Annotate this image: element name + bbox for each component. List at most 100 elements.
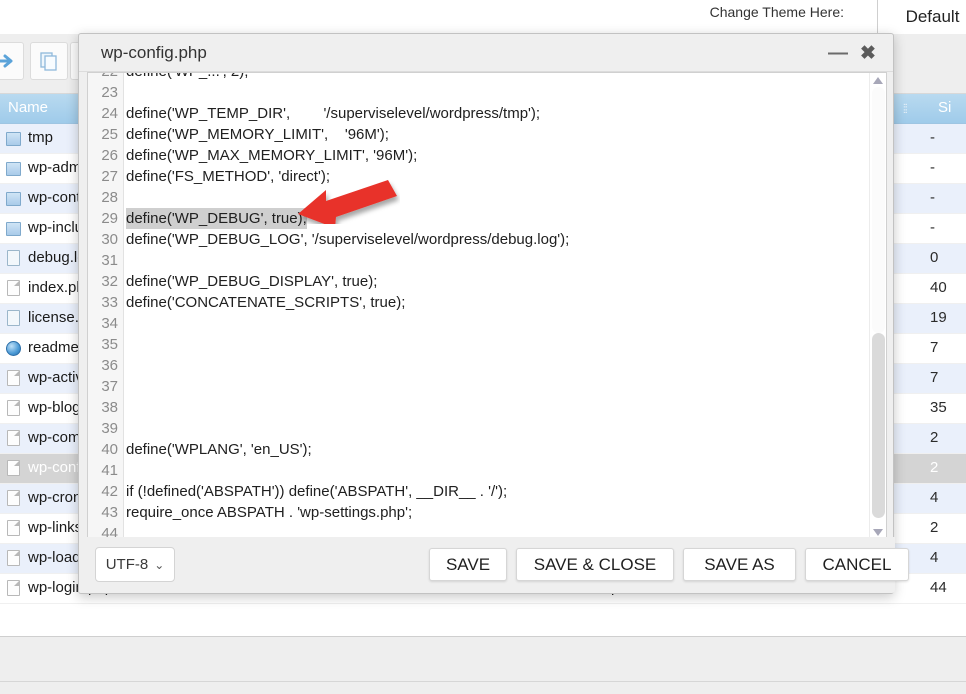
cell-file-name: index.ph	[28, 279, 85, 296]
cell-size: -	[930, 129, 935, 146]
close-icon[interactable]: ✖	[857, 43, 879, 63]
line-number: 40	[101, 441, 118, 458]
code-line[interactable]: 43 require_once ABSPATH . 'wp-settings.ph…	[88, 502, 870, 523]
line-number: 36	[101, 357, 118, 374]
folder-icon	[6, 130, 22, 147]
code-line[interactable]: 27 define('FS_METHOD', 'direct');	[88, 166, 870, 187]
line-number: 32	[101, 273, 118, 290]
code-line[interactable]: 38	[88, 397, 870, 418]
line-number: 35	[101, 336, 118, 353]
code-line-text: define('WPLANG', 'en_US');	[126, 441, 312, 458]
code-line[interactable]: 32 define('WP_DEBUG_DISPLAY', true);	[88, 271, 870, 292]
column-resize-handle[interactable]: ⦙⦙	[903, 101, 909, 116]
cell-size: 0	[930, 249, 939, 266]
file-icon	[6, 460, 22, 477]
column-header-name[interactable]: Name	[8, 99, 48, 116]
theme-selector-tab[interactable]: Default	[877, 0, 966, 33]
cell-size: 2	[930, 459, 939, 476]
code-line[interactable]: 33 define('CONCATENATE_SCRIPTS', true);	[88, 292, 870, 313]
cancel-button[interactable]: CANCEL	[805, 548, 909, 581]
document-icon	[6, 310, 22, 327]
change-theme-label: Change Theme Here:	[709, 4, 844, 20]
save-as-button[interactable]: SAVE AS	[683, 548, 796, 581]
scroll-up-arrow-icon[interactable]	[873, 77, 883, 84]
code-line[interactable]: 22 define('WP_...', 2);	[88, 73, 870, 82]
code-line[interactable]: 30 define('WP_DEBUG_LOG', '/superviseleve…	[88, 229, 870, 250]
cell-size: 35	[930, 399, 947, 416]
code-line[interactable]: 41	[88, 460, 870, 481]
code-line[interactable]: 40 define('WPLANG', 'en_US');	[88, 439, 870, 460]
cell-file-name: wp-load	[28, 549, 81, 566]
folder-icon	[6, 160, 22, 177]
column-header-size[interactable]: Si	[938, 99, 951, 116]
code-line-text: define('WP_MAX_MEMORY_LIMIT', '96M');	[126, 147, 418, 164]
file-icon	[6, 400, 22, 417]
cell-file-name: wp-conf	[28, 459, 81, 476]
cell-file-name: tmp	[28, 129, 54, 146]
code-line[interactable]: 31	[88, 250, 870, 271]
copy-icon[interactable]	[30, 42, 68, 80]
folder-icon	[6, 220, 22, 237]
code-line-text: define('WP_DEBUG_DISPLAY', true);	[126, 273, 378, 290]
scroll-down-arrow-icon[interactable]	[873, 529, 883, 536]
save-button[interactable]: SAVE	[429, 548, 507, 581]
line-number: 43	[101, 504, 118, 521]
code-line-text: define('CONCATENATE_SCRIPTS', true);	[126, 294, 406, 311]
file-icon	[6, 430, 22, 447]
line-number: 41	[101, 462, 118, 479]
code-line[interactable]: 34	[88, 313, 870, 334]
code-editor[interactable]: 22 define('WP_...', 2); 23 24 define('WP_TEM…	[87, 72, 887, 539]
file-icon	[6, 550, 22, 567]
code-line[interactable]: 42 if (!defined('ABSPATH')) define('ABSPA…	[88, 481, 870, 502]
code-text-area[interactable]: 22 define('WP_...', 2); 23 24 define('WP_TEM…	[88, 73, 870, 538]
code-line[interactable]: 24 define('WP_TEMP_DIR', '/superviselevel…	[88, 103, 870, 124]
code-line-text: define('WP_...', 2);	[126, 73, 248, 82]
code-line[interactable]: 37	[88, 376, 870, 397]
code-line[interactable]: 39	[88, 418, 870, 439]
cell-size: 4	[930, 549, 939, 566]
dialog-titlebar[interactable]: wp-config.php — ✖	[79, 34, 893, 72]
code-line[interactable]: 28	[88, 187, 870, 208]
code-line[interactable]: 29 define('WP_DEBUG', true);	[88, 208, 870, 229]
scrollbar-track[interactable]	[872, 87, 885, 333]
app-topbar: Change Theme Here: Default	[0, 0, 966, 34]
minimize-icon[interactable]: —	[827, 43, 849, 63]
file-editor-dialog: wp-config.php — ✖ 22 define('WP_...', 2);…	[78, 33, 909, 594]
line-number: 30	[101, 231, 118, 248]
code-line-text: define('FS_METHOD', 'direct');	[126, 168, 331, 185]
code-line[interactable]: 23	[88, 82, 870, 103]
scrollbar-thumb[interactable]	[872, 333, 885, 518]
cell-file-name: wp-adm	[28, 159, 82, 176]
code-line[interactable]: 35	[88, 334, 870, 355]
cell-size: -	[930, 189, 935, 206]
cell-file-name: wp-blog	[28, 399, 81, 416]
cell-file-name: wp-links	[28, 519, 83, 536]
line-number: 38	[101, 399, 118, 416]
cell-file-name: wp-cron	[28, 489, 82, 506]
editor-vertical-scrollbar[interactable]	[869, 73, 886, 538]
line-number: 34	[101, 315, 118, 332]
statusbar-divider	[0, 681, 966, 682]
screen: Change Theme Here: Default Name ⦙⦙ Si tm…	[0, 0, 966, 694]
cell-size: 7	[930, 339, 939, 356]
code-line[interactable]: 36	[88, 355, 870, 376]
forward-arrow-icon[interactable]	[0, 42, 24, 80]
save-and-close-button[interactable]: SAVE & CLOSE	[516, 548, 674, 581]
line-number: 39	[101, 420, 118, 437]
cell-file-name: wp-cont	[28, 189, 81, 206]
folder-icon	[6, 190, 22, 207]
code-line[interactable]: 26 define('WP_MAX_MEMORY_LIMIT', '96M');	[88, 145, 870, 166]
line-number: 29	[101, 210, 118, 227]
document-icon	[6, 250, 22, 267]
cell-file-name: wp-com	[28, 429, 81, 446]
cell-size: 44	[930, 579, 947, 596]
line-number: 33	[101, 294, 118, 311]
file-icon	[6, 370, 22, 387]
cell-file-name: readme.	[28, 339, 84, 356]
code-line[interactable]: 25 define('WP_MEMORY_LIMIT', '96M');	[88, 124, 870, 145]
charset-select[interactable]: UTF-8 ⌄	[95, 547, 175, 582]
cell-size: 19	[930, 309, 947, 326]
app-statusbar	[0, 636, 966, 694]
code-line-text: define('WP_MEMORY_LIMIT', '96M');	[126, 126, 389, 143]
cell-size: 40	[930, 279, 947, 296]
